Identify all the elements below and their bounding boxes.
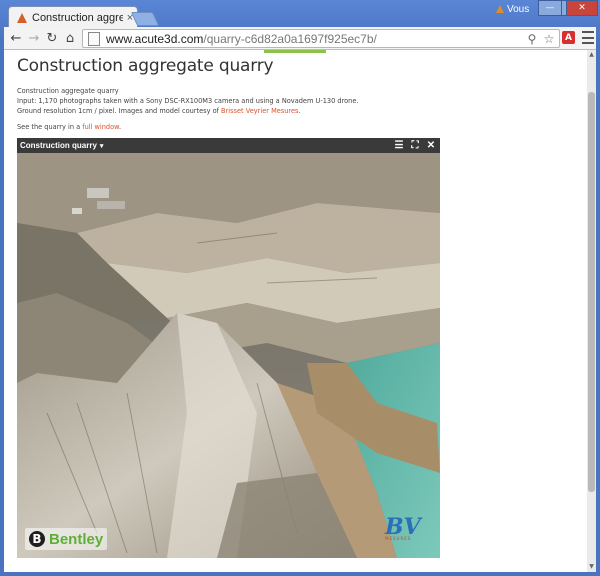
- bentley-logo: B Bentley: [25, 528, 108, 550]
- viewer-title[interactable]: Construction quarry: [20, 141, 97, 150]
- full-window-link[interactable]: full window: [82, 123, 119, 131]
- fullscreen-icon[interactable]: ⛶: [408, 140, 422, 151]
- viewer-toolbar: Construction quarry ▾ ☰ ⛶ ✕: [17, 138, 440, 153]
- browser-menu-icon[interactable]: [582, 31, 594, 44]
- bentley-text: Bentley: [49, 530, 104, 548]
- home-icon[interactable]: ⌂: [62, 30, 78, 46]
- browser-tab[interactable]: Construction aggregate q ×: [8, 6, 138, 29]
- favicon-icon: [17, 13, 27, 23]
- menu-icon[interactable]: ☰: [392, 140, 406, 151]
- desc-line-2: Input: 1,170 photographs taken with a So…: [17, 97, 359, 105]
- url-path: /quarry-c6d82a0a1697f925ec7b/: [203, 31, 377, 46]
- scroll-down-icon[interactable]: ▼: [588, 563, 595, 570]
- scroll-up-icon[interactable]: ▲: [588, 51, 595, 58]
- bv-mesures-logo: BV MESURES: [385, 514, 421, 550]
- reload-icon[interactable]: ↻: [44, 30, 60, 46]
- tab-title: Construction aggregate q: [32, 12, 123, 24]
- profile-warning-icon: [496, 5, 504, 13]
- description: Construction aggregate quarry Input: 1,1…: [17, 86, 437, 116]
- profile-label: Vous: [507, 3, 530, 15]
- url-host: www.acute3d.com: [106, 31, 204, 46]
- extension-icon[interactable]: A: [562, 31, 575, 44]
- page-scrollbar[interactable]: ▲ ▼: [587, 50, 596, 572]
- address-bar[interactable]: www.acute3d.com /quarry-c6d82a0a1697f925…: [82, 29, 560, 48]
- page-title: Construction aggregate quarry: [17, 56, 274, 76]
- browser-window: Construction aggregate q × Vous — □ ✕ ← …: [0, 0, 600, 576]
- top-nav-stub: [264, 50, 326, 53]
- browser-toolbar: ← → ↻ ⌂ www.acute3d.com /quarry-c6d82a0a…: [4, 27, 596, 50]
- courtesy-link[interactable]: Brisset Veyrier Mesures: [221, 107, 298, 115]
- close-window-button[interactable]: ✕: [566, 0, 598, 16]
- profile-button[interactable]: Vous: [496, 2, 536, 16]
- minimize-button[interactable]: —: [538, 0, 562, 16]
- search-icon[interactable]: ⚲: [525, 32, 539, 46]
- close-icon[interactable]: ✕: [424, 140, 438, 151]
- see-full-window-line: See the quarry in a full window.: [17, 123, 122, 131]
- back-icon[interactable]: ←: [8, 30, 24, 46]
- page-content: Construction aggregate quarry Constructi…: [4, 50, 596, 572]
- bookmark-star-icon[interactable]: ☆: [542, 32, 556, 46]
- page-icon: [88, 31, 100, 46]
- forward-icon[interactable]: →: [26, 30, 42, 46]
- quarry-3d-model[interactable]: [17, 153, 440, 558]
- viewer-dropdown-icon[interactable]: ▾: [100, 142, 104, 150]
- bentley-mark: B: [29, 531, 45, 547]
- desc-line-3: Ground resolution 1cm / pixel. Images an…: [17, 107, 301, 115]
- 3d-viewer[interactable]: Construction quarry ▾ ☰ ⛶ ✕ B Bentley BV…: [17, 138, 440, 558]
- scrollbar-thumb[interactable]: [588, 92, 595, 492]
- desc-line-1: Construction aggregate quarry: [17, 87, 119, 95]
